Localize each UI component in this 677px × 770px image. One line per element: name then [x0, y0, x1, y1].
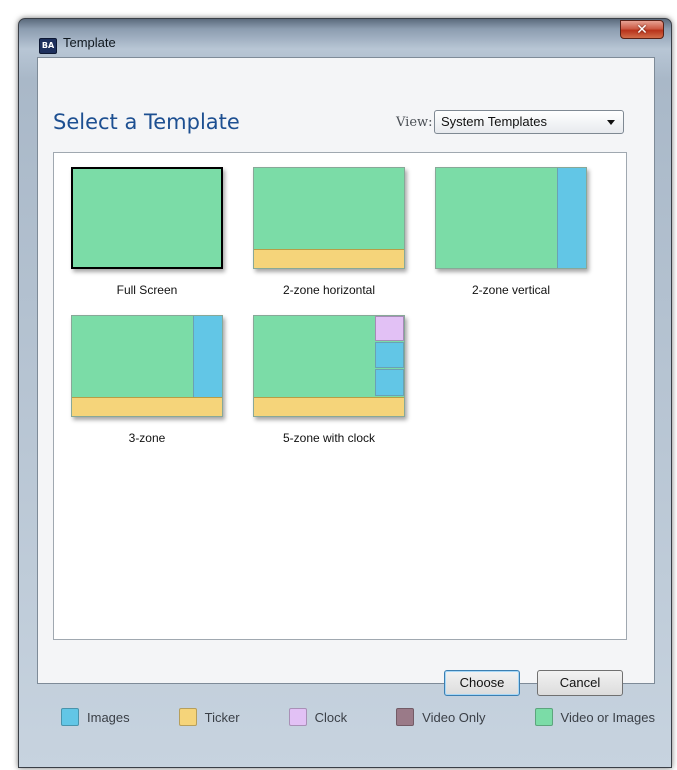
images-zone	[557, 168, 586, 268]
template-thumbnail	[253, 315, 405, 417]
template-label: 5-zone with clock	[282, 431, 376, 445]
images-zone	[375, 369, 404, 396]
template-3-zone[interactable]: 3-zone	[71, 315, 223, 445]
template-full-screen[interactable]: Full Screen	[71, 167, 223, 297]
template-label: 2-zone vertical	[471, 283, 551, 297]
close-icon: ✕	[636, 21, 648, 38]
legend-label: Video Only	[422, 709, 486, 725]
ticker-zone	[72, 397, 222, 416]
legend-item-images: Images	[61, 708, 130, 726]
template-label: Full Screen	[116, 283, 178, 297]
video-or-images-swatch-icon	[534, 708, 553, 726]
legend-item-video-only: Video Only	[396, 708, 486, 726]
video-only-swatch-icon	[396, 708, 415, 726]
view-dropdown[interactable]: System Templates	[434, 110, 624, 134]
images-zone	[375, 342, 404, 368]
view-dropdown-value: System Templates	[441, 114, 547, 129]
zone-legend: Images Ticker Clock Video Only Video or …	[37, 695, 655, 739]
clock-zone	[375, 316, 404, 341]
ticker-zone	[254, 397, 404, 416]
view-label: View:	[396, 115, 433, 130]
page-title: Select a Template	[53, 110, 240, 134]
app-icon: BA	[39, 38, 57, 54]
legend-item-video-or-images: Video or Images	[534, 708, 655, 726]
template-thumbnail	[435, 167, 587, 269]
dialog-body: Select a Template View: System Templates…	[37, 57, 655, 696]
close-button[interactable]: ✕	[620, 20, 664, 39]
template-gallery: Full Screen 2-zone horizontal 2-zone ver…	[53, 152, 627, 640]
clock-swatch-icon	[288, 708, 307, 726]
legend-label: Clock	[314, 709, 348, 725]
legend-label: Ticker	[204, 709, 240, 725]
legend-label: Video or Images	[560, 709, 655, 725]
template-thumbnail	[253, 167, 405, 269]
ticker-zone	[254, 249, 404, 268]
template-thumbnail	[71, 167, 223, 269]
template-label: 2-zone horizontal	[282, 283, 376, 297]
ticker-swatch-icon	[178, 708, 197, 726]
choose-button[interactable]: Choose	[444, 670, 520, 696]
title-bar[interactable]: BA Template ✕	[19, 19, 671, 55]
template-label: 3-zone	[128, 431, 166, 445]
template-thumbnail	[71, 315, 223, 417]
template-2-zone-horizontal[interactable]: 2-zone horizontal	[253, 167, 405, 297]
images-swatch-icon	[61, 708, 79, 726]
template-dialog: BA Template ✕ Select a Template View: Sy…	[18, 18, 672, 768]
legend-item-ticker: Ticker	[178, 708, 240, 726]
template-2-zone-vertical[interactable]: 2-zone vertical	[435, 167, 587, 297]
images-zone	[193, 316, 222, 397]
legend-label: Images	[87, 709, 130, 725]
cancel-button[interactable]: Cancel	[537, 670, 623, 696]
legend-item-clock: Clock	[288, 708, 348, 726]
template-5-zone-with-clock[interactable]: 5-zone with clock	[253, 315, 405, 445]
window-title: Template	[63, 35, 116, 50]
chevron-down-icon	[607, 120, 615, 125]
